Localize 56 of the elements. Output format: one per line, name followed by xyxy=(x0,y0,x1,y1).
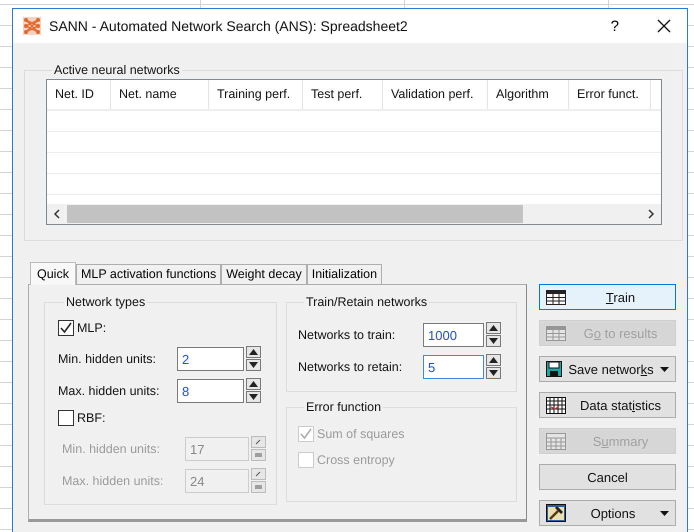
checkbox-label: MLP: xyxy=(77,321,106,335)
number-field[interactable]: 8 xyxy=(177,378,244,402)
action-button[interactable]: Train xyxy=(539,284,676,310)
action-button[interactable]: Save networks xyxy=(539,356,676,382)
horizontal-scrollbar[interactable] xyxy=(47,204,661,224)
spinner-arrows-icon[interactable] xyxy=(246,346,261,371)
checkbox[interactable] xyxy=(58,410,74,426)
window-title: SANN - Automated Network Search (ANS): Spreadsheet2 xyxy=(49,18,409,34)
spinner-arrows-icon[interactable] xyxy=(486,322,501,347)
group-title: Network types xyxy=(65,295,146,309)
field-label: Max. hidden units: xyxy=(58,384,160,398)
table-icon xyxy=(546,432,566,450)
hammer-icon xyxy=(546,504,566,522)
tab[interactable]: MLP activation functions xyxy=(76,264,222,284)
spinner-arrows-icon[interactable] xyxy=(486,354,501,379)
field-label: Networks to retain: xyxy=(298,360,404,374)
spinner-arrows-icon[interactable] xyxy=(251,436,266,461)
column-header[interactable]: Net. name xyxy=(111,80,209,109)
action-button[interactable]: Cancel xyxy=(539,464,676,490)
tab[interactable]: Quick xyxy=(30,262,76,285)
data-grid-icon xyxy=(546,396,566,414)
spinner-arrows-icon[interactable] xyxy=(246,378,261,403)
table-icon xyxy=(546,326,566,340)
number-field[interactable]: 1000 xyxy=(423,322,484,346)
action-button[interactable]: Options xyxy=(539,500,676,526)
table-icon xyxy=(546,290,566,304)
column-header[interactable]: Training perf. xyxy=(209,80,303,109)
close-icon[interactable] xyxy=(657,19,671,33)
group-title: Train/Retain networks xyxy=(305,295,428,309)
group-title: Error function xyxy=(305,400,382,414)
tab[interactable]: Initialization xyxy=(306,264,382,284)
column-header[interactable]: Validation perf. xyxy=(383,80,488,109)
column-header[interactable]: Net. ID xyxy=(47,80,111,109)
spinner-arrows-icon[interactable] xyxy=(251,468,266,493)
field-label: Min. hidden units: xyxy=(58,352,157,366)
tab[interactable]: Weight decay xyxy=(221,264,307,284)
number-field[interactable]: 5 xyxy=(423,354,484,378)
group-title: Active neural networks xyxy=(53,63,181,77)
column-header[interactable]: Error funct. xyxy=(569,80,651,109)
dropdown-arrow-icon xyxy=(660,366,669,372)
scroll-left-icon[interactable] xyxy=(53,209,61,219)
column-header[interactable]: Test perf. xyxy=(303,80,383,109)
checkbox[interactable] xyxy=(58,320,74,336)
action-button[interactable]: Data statistics xyxy=(539,392,676,418)
checkbox-label: RBF: xyxy=(77,411,106,425)
network-icon xyxy=(23,17,41,35)
field-label: Max. hidden units: xyxy=(61,474,164,488)
dropdown-arrow-icon xyxy=(660,510,669,516)
help-button[interactable]: ? xyxy=(610,18,619,34)
column-header[interactable]: Algorithm xyxy=(488,80,569,109)
checkbox-label: Sum of squares xyxy=(317,427,405,441)
number-field[interactable]: 2 xyxy=(177,346,244,370)
scroll-right-icon[interactable] xyxy=(647,209,655,219)
checkbox-label: Cross entropy xyxy=(317,453,395,467)
field-label: Networks to train: xyxy=(298,328,396,342)
field-label: Min. hidden units: xyxy=(61,442,161,456)
